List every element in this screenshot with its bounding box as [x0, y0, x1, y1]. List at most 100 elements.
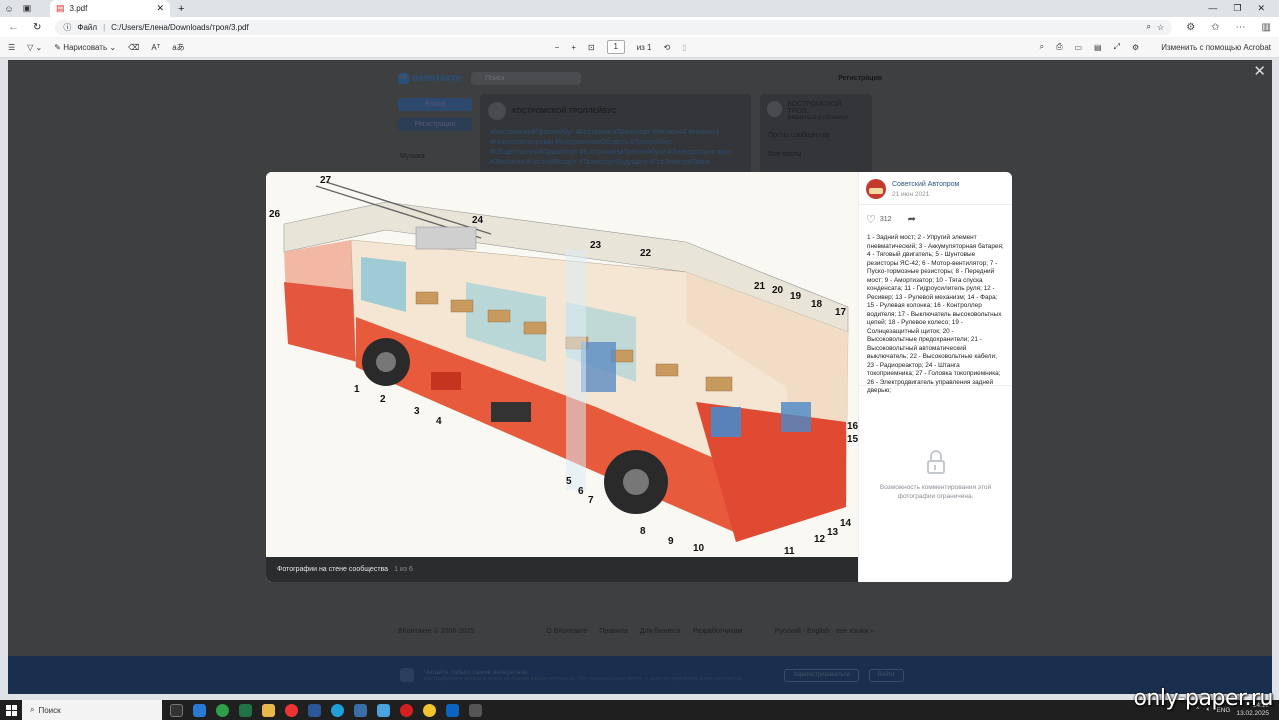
banner-login-button[interactable]: Войти [868, 668, 904, 682]
label-10: 10 [693, 543, 705, 554]
zoom-icon[interactable]: ⌕ [1147, 22, 1151, 32]
photo-album-link[interactable]: Фотографии на стене сообщества [277, 566, 388, 573]
url-text: C:/Users/Елена/Downloads/троя/3.pdf [111, 22, 249, 32]
post-date[interactable]: 21 июн 2021 [892, 191, 959, 198]
vk-logo: VK вконтакте [398, 72, 462, 84]
minimize-icon[interactable]: — [1208, 3, 1217, 14]
close-tab-icon[interactable]: ✕ [156, 3, 164, 14]
extensions-icon[interactable]: ⚙ [1186, 22, 1195, 33]
app-icon[interactable] [469, 703, 482, 717]
lock-icon [925, 450, 947, 474]
side-group-sub[interactable]: Вернуться к странице [787, 115, 865, 121]
footer-link[interactable]: Для бизнеса [640, 628, 681, 635]
label-26: 26 [269, 209, 281, 220]
browser-tab[interactable]: ▤ 3.pdf ✕ [50, 0, 170, 17]
zoom-out-icon[interactable]: − [555, 43, 560, 52]
vk-login-button[interactable]: Войти [398, 98, 472, 111]
author-name[interactable]: Советский Автопром [892, 181, 959, 188]
label-3: 3 [414, 406, 420, 417]
messenger-icon[interactable] [423, 703, 436, 717]
vk-menu-music[interactable]: Музыка [400, 153, 425, 160]
task-view-icon[interactable] [170, 703, 183, 717]
url-field[interactable]: ⓘ Файл | C:/Users/Елена/Downloads/троя/3… [55, 19, 1173, 35]
watermark: only-paper.ru [1133, 686, 1273, 711]
calculator-icon[interactable] [354, 703, 367, 717]
side-posts-link[interactable]: Посты сообщества [760, 128, 872, 143]
edge-icon[interactable] [331, 703, 344, 717]
favorites-icon[interactable]: ✩ [1211, 22, 1219, 33]
vk-search-input[interactable]: Поиск [471, 71, 582, 85]
start-button[interactable] [0, 704, 22, 716]
footer-languages[interactable]: Русский · English · все языки » [775, 628, 874, 635]
print-icon[interactable]: ⎙ [1056, 42, 1062, 52]
favorite-star-icon[interactable]: ☆ [1157, 23, 1164, 32]
excel-icon[interactable] [239, 703, 252, 717]
taskbar-search[interactable]: ⌕ Поиск [22, 700, 162, 720]
footer-link[interactable]: Разработчикам [693, 628, 743, 635]
photo-description: 1 - Задний мост; 2 - Упругий элемент пне… [859, 234, 1012, 394]
contents-icon[interactable]: ☰ [8, 43, 15, 52]
eraser-icon[interactable]: ⌫ [128, 43, 139, 52]
highlight-icon[interactable]: ▽ ⌄ [27, 43, 42, 52]
window-close-icon[interactable]: ✕ [1257, 3, 1265, 14]
label-24: 24 [472, 215, 484, 226]
rotate-icon[interactable]: ⟲ [664, 43, 671, 52]
side-group-name[interactable]: КОСТРОМСКОЙ ТРОЛ... [787, 101, 865, 115]
label-1: 1 [354, 384, 360, 395]
search-icon[interactable]: ⌕ [1040, 42, 1044, 52]
save-icon[interactable]: ▭ [1074, 43, 1082, 52]
page-total: из 1 [636, 42, 652, 52]
back-icon[interactable]: ← [8, 21, 19, 33]
outlook-icon[interactable] [446, 703, 459, 717]
new-tab-icon[interactable]: + [178, 3, 184, 15]
vk-header: VK вконтакте Поиск Регистрация [398, 66, 882, 90]
footer-link[interactable]: Правила [599, 628, 627, 635]
more-menu-icon[interactable]: ⋯ [1236, 22, 1246, 33]
restore-icon[interactable]: ❐ [1233, 3, 1241, 14]
page-number-input[interactable]: 1 [606, 40, 625, 54]
post-actions: ♡ 312 ➦ [859, 205, 1012, 234]
label-8: 8 [640, 526, 646, 537]
tab-actions-icon[interactable]: ▣ [18, 0, 36, 17]
share-icon[interactable]: ➦ [908, 214, 916, 225]
vk-banner-icon [400, 668, 414, 682]
side-all-posts-link[interactable]: Все посты [760, 143, 872, 166]
paint-icon[interactable] [377, 703, 390, 717]
store-icon[interactable] [193, 703, 206, 717]
vk-footer: ВКонтакте © 2006-2025 О ВКонтакте Правил… [398, 628, 874, 635]
draw-tool[interactable]: ✎ Нарисовать ⌄ [54, 43, 116, 52]
word-icon[interactable] [308, 703, 321, 717]
pdf-toolbar: ☰ ▽ ⌄ ✎ Нарисовать ⌄ ⌫ Aᵀ aあ − + ⊡ 1 из … [0, 37, 1279, 58]
opera-icon[interactable] [400, 703, 413, 717]
read-aloud-icon[interactable]: aあ [172, 42, 184, 53]
author-avatar[interactable] [866, 179, 886, 199]
banner-register-button[interactable]: Зарегистрироваться [784, 668, 859, 682]
text-icon[interactable]: Aᵀ [151, 43, 160, 52]
banner-title: Читайте только самое интересное [424, 668, 528, 676]
chrome-icon[interactable] [216, 703, 229, 717]
settings-icon[interactable]: ⚙ [1132, 43, 1139, 52]
banner-text: Мы подбираем записи в ленте на основе ва… [424, 675, 743, 682]
vk-side-card: КОСТРОМСКОЙ ТРОЛ... Вернуться к странице … [760, 94, 872, 174]
search-icon: ⌕ [30, 705, 35, 714]
zoom-in-icon[interactable]: + [571, 43, 576, 52]
explorer-icon[interactable] [262, 703, 275, 717]
like-icon[interactable]: ♡ [866, 213, 876, 226]
clock-date: 13.02.2025 [1236, 710, 1269, 717]
group-name[interactable]: КОСТРОМСКОЙ ТРОЛЛЕЙБУС [512, 108, 616, 115]
save-as-icon[interactable]: ▤ [1094, 43, 1102, 52]
trolleybus-cutaway-image: 1 2 3 4 5 6 7 8 9 10 11 12 13 14 15 16 1… [266, 172, 858, 557]
fit-page-icon[interactable]: ⊡ [588, 43, 595, 52]
refresh-icon[interactable]: ↻ [33, 22, 41, 33]
fullscreen-icon[interactable]: ⤢ [1114, 42, 1120, 52]
acrobat-button[interactable]: Изменить с помощью Acrobat [1161, 43, 1271, 52]
modal-close-icon[interactable]: ✕ [1253, 62, 1266, 80]
footer-link[interactable]: О ВКонтакте [546, 628, 587, 635]
vk-register-link[interactable]: Регистрация [838, 75, 882, 82]
yandex-icon[interactable] [285, 703, 298, 717]
page-view-icon[interactable]: ▯ [682, 43, 686, 52]
vk-signup-button[interactable]: Регистрация [398, 118, 472, 131]
sidebar-icon[interactable]: ▥ [1262, 22, 1271, 33]
profile-icon[interactable]: ☺ [0, 0, 18, 17]
label-15: 15 [847, 434, 858, 445]
